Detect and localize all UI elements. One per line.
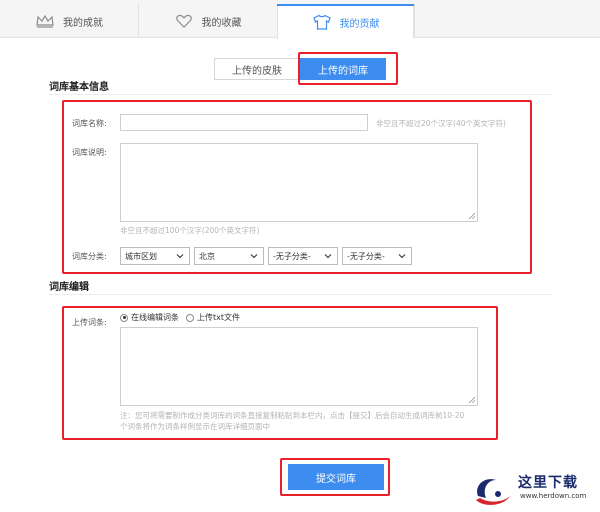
tab-bar-filler bbox=[414, 4, 600, 38]
highlight-box-submit bbox=[280, 458, 390, 496]
highlight-box-tab bbox=[298, 52, 398, 85]
divider bbox=[49, 94, 551, 95]
tab-contributions-label: 我的贡献 bbox=[339, 18, 380, 30]
watermark-url: www.herdown.com bbox=[520, 492, 587, 500]
highlight-box-edit bbox=[62, 306, 498, 440]
uploaded-skins-tab[interactable]: 上传的皮肤 bbox=[214, 58, 300, 80]
profile-tabs: 我的成就 我的收藏 我的贡献 bbox=[0, 0, 600, 39]
edit-section-title: 词库编辑 bbox=[49, 282, 89, 293]
tab-favorites[interactable]: 我的收藏 bbox=[138, 4, 276, 38]
watermark-text: 这里下载 bbox=[518, 475, 578, 491]
heart-icon bbox=[174, 13, 194, 29]
highlight-box-basic-info bbox=[62, 100, 532, 274]
tab-favorites-label: 我的收藏 bbox=[201, 17, 242, 29]
crown-icon bbox=[35, 13, 55, 29]
divider bbox=[49, 294, 551, 295]
basic-info-title: 词库基本信息 bbox=[49, 82, 109, 93]
tab-achievements[interactable]: 我的成就 bbox=[0, 4, 138, 38]
tab-contributions[interactable]: 我的贡献 bbox=[277, 4, 414, 39]
tshirt-icon bbox=[312, 14, 332, 30]
tab-achievements-label: 我的成就 bbox=[63, 17, 103, 29]
